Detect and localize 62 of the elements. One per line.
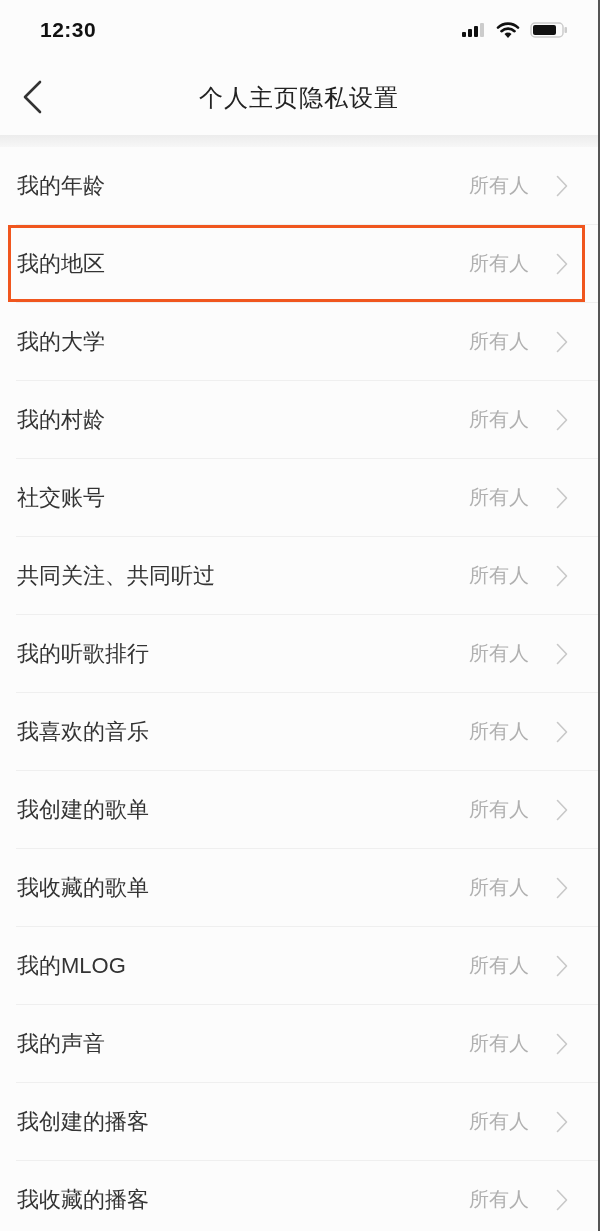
setting-value: 所有人 [469,173,529,198]
page-title: 个人主页隐私设置 [199,82,399,113]
chevron-right-icon [556,798,568,821]
setting-label: 我的地区 [17,249,105,278]
chevron-right-icon [556,720,568,743]
chevron-right-icon [556,252,568,275]
chevron-right-icon [556,408,568,431]
privacy-setting-row[interactable]: 我的年龄 所有人 [8,147,585,224]
privacy-setting-row[interactable]: 共同关注、共同听过 所有人 [8,537,585,614]
setting-label: 我的MLOG [17,951,126,980]
signal-icon [462,23,486,37]
privacy-setting-row[interactable]: 我创建的歌单 所有人 [8,771,585,848]
chevron-right-icon [556,642,568,665]
setting-label: 我创建的歌单 [17,795,149,824]
chevron-right-icon [556,1110,568,1133]
setting-value: 所有人 [469,875,529,900]
setting-value: 所有人 [469,329,529,354]
setting-label: 我的大学 [17,327,105,356]
chevron-right-icon [556,564,568,587]
chevron-right-icon [556,330,568,353]
setting-label: 社交账号 [17,483,105,512]
chevron-right-icon [556,1188,568,1211]
setting-value: 所有人 [469,563,529,588]
setting-value: 所有人 [469,1031,529,1056]
setting-label: 我的声音 [17,1029,105,1058]
setting-value: 所有人 [469,485,529,510]
privacy-setting-row[interactable]: 我的声音 所有人 [8,1005,585,1082]
privacy-setting-row[interactable]: 我的MLOG 所有人 [8,927,585,1004]
setting-label: 共同关注、共同听过 [17,561,215,590]
chevron-right-icon [556,876,568,899]
setting-label: 我创建的播客 [17,1107,149,1136]
chevron-right-icon [556,954,568,977]
setting-value: 所有人 [469,1109,529,1134]
setting-label: 我的村龄 [17,405,105,434]
privacy-setting-row[interactable]: 社交账号 所有人 [8,459,585,536]
setting-value: 所有人 [469,1187,529,1212]
setting-value: 所有人 [469,407,529,432]
privacy-setting-row[interactable]: 我的大学 所有人 [8,303,585,380]
setting-label: 我收藏的播客 [17,1185,149,1214]
setting-label: 我收藏的歌单 [17,873,149,902]
chevron-right-icon [556,486,568,509]
privacy-setting-row[interactable]: 我收藏的歌单 所有人 [8,849,585,926]
battery-icon [530,22,568,38]
setting-label: 我喜欢的音乐 [17,717,149,746]
setting-value: 所有人 [469,251,529,276]
status-time: 12:30 [40,18,97,42]
privacy-setting-row[interactable]: 我收藏的播客 所有人 [8,1161,585,1231]
privacy-setting-row[interactable]: 我喜欢的音乐 所有人 [8,693,585,770]
privacy-setting-row[interactable]: 我的地区 所有人 [8,225,585,302]
setting-value: 所有人 [469,797,529,822]
chevron-right-icon [556,174,568,197]
back-chevron-icon [22,80,42,114]
privacy-setting-row[interactable]: 我的听歌排行 所有人 [8,615,585,692]
setting-value: 所有人 [469,953,529,978]
setting-label: 我的听歌排行 [17,639,149,668]
privacy-setting-row[interactable]: 我的村龄 所有人 [8,381,585,458]
wifi-icon [496,21,520,39]
setting-value: 所有人 [469,719,529,744]
setting-label: 我的年龄 [17,171,105,200]
privacy-setting-row[interactable]: 我创建的播客 所有人 [8,1083,585,1160]
setting-value: 所有人 [469,641,529,666]
chevron-right-icon [556,1032,568,1055]
